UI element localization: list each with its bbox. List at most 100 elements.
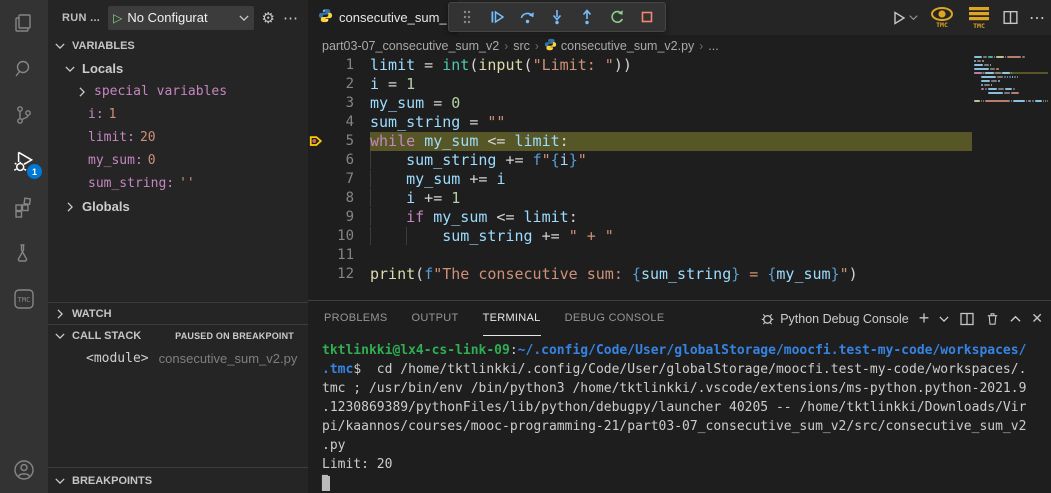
globals-label: Globals (82, 199, 130, 214)
minimap[interactable] (974, 56, 1048, 176)
split-editor-icon[interactable] (1002, 9, 1019, 26)
variables-section-header[interactable]: VARIABLES (48, 35, 308, 57)
gutter-7[interactable]: 7 (308, 170, 370, 189)
breadcrumb-item[interactable]: consecutive_sum_v2.py (544, 38, 694, 54)
tmc-submit-eye-icon[interactable]: TMC (928, 6, 956, 30)
debug-step-over-button[interactable] (515, 5, 539, 29)
maximize-panel-icon[interactable] (1010, 315, 1021, 323)
tmc-extension-icon[interactable]: TMC (0, 276, 48, 322)
code-line-7[interactable]: 7 my_sum += i (308, 170, 1051, 189)
code-line-8[interactable]: 8 i += 1 (308, 189, 1051, 208)
test-beaker-icon[interactable] (0, 230, 48, 276)
gutter-5[interactable]: 5 (308, 132, 370, 151)
gutter-6[interactable]: 6 (308, 151, 370, 170)
breadcrumb-item[interactable]: ... (708, 39, 718, 53)
tmc-menu-icon[interactable]: TMC (966, 6, 992, 30)
variable-row-i[interactable]: i:1 (48, 103, 308, 126)
tab-consecutive-sum[interactable]: consecutive_sum_ (308, 0, 458, 35)
breadcrumb-item[interactable]: src (513, 39, 530, 53)
debug-restart-button[interactable] (605, 5, 629, 29)
code-line-5[interactable]: 5while my_sum <= limit: (308, 132, 1051, 151)
code-line-3[interactable]: 3my_sum = 0 (308, 94, 1051, 113)
debug-continue-button[interactable] (485, 5, 509, 29)
tab-bar: consecutive_sum_ (308, 0, 1051, 35)
more-actions-icon[interactable]: ⋯ (283, 9, 298, 27)
special-variables-label: special variables (94, 84, 227, 99)
close-panel-icon[interactable]: ✕ (1031, 310, 1043, 327)
breadcrumb-item[interactable]: part03-07_consecutive_sum_v2 (322, 39, 499, 53)
chevron-right-icon (62, 202, 78, 212)
gutter-9[interactable]: 9 (308, 208, 370, 227)
frame-file: consecutive_sum_v2.py (159, 351, 298, 366)
run-and-debug-icon[interactable]: 1 (0, 138, 48, 184)
code-editor[interactable]: 1limit = int(input("Limit: "))2i = 13my_… (308, 56, 1051, 300)
stack-frame-row[interactable]: <module> consecutive_sum_v2.py (48, 347, 308, 369)
editor-group: consecutive_sum_ (308, 0, 1051, 493)
debug-step-into-button[interactable] (545, 5, 569, 29)
source-control-icon[interactable] (0, 92, 48, 138)
start-debug-icon[interactable]: ▷ (113, 11, 122, 25)
terminal-instance-selector[interactable]: Python Debug Console (760, 311, 909, 326)
gutter-11[interactable]: 11 (308, 246, 370, 265)
debug-config-label: No Configurat (127, 10, 233, 25)
gutter-12[interactable]: 12 (308, 265, 370, 284)
new-terminal-icon[interactable]: + (919, 308, 930, 329)
kill-terminal-icon[interactable] (985, 311, 1000, 327)
chevron-down-icon (239, 10, 249, 25)
explorer-icon[interactable] (0, 0, 48, 46)
editor-actions: TMC TMC ⋯ (891, 0, 1045, 35)
code-line-9[interactable]: 9 if my_sum <= limit: (308, 208, 1051, 227)
debug-config-dropdown[interactable]: ▷ No Configurat (108, 6, 253, 30)
globals-scope-row[interactable]: Globals (48, 195, 308, 218)
panel-tab-debug-console[interactable]: DEBUG CONSOLE (565, 301, 665, 336)
terminal-dropdown-icon[interactable] (939, 315, 949, 323)
more-actions-icon[interactable]: ⋯ (1029, 8, 1045, 28)
extensions-icon[interactable] (0, 184, 48, 230)
variable-row-limit[interactable]: limit:20 (48, 126, 308, 149)
breadcrumb-separator: › (535, 39, 539, 53)
code-line-12[interactable]: 12print(f"The consecutive sum: {sum_stri… (308, 265, 1051, 284)
locals-scope-row[interactable]: Locals (48, 57, 308, 80)
toolbar-grip-handle[interactable] (455, 5, 479, 29)
run-python-file-button[interactable] (891, 10, 918, 26)
gutter-4[interactable]: 4 (308, 113, 370, 132)
gutter-1[interactable]: 1 (308, 56, 370, 75)
breadcrumb-separator: › (504, 39, 508, 53)
gutter-10[interactable]: 10 (308, 227, 370, 246)
account-icon[interactable] (0, 447, 48, 493)
gutter-3[interactable]: 3 (308, 94, 370, 113)
watch-section-header[interactable]: WATCH (48, 302, 308, 324)
search-icon[interactable] (0, 46, 48, 92)
panel-tab-output[interactable]: OUTPUT (412, 301, 459, 336)
debug-step-out-button[interactable] (575, 5, 599, 29)
call-stack-section-header[interactable]: CALL STACK PAUSED ON BREAKPOINT (48, 325, 308, 347)
python-file-icon (318, 8, 333, 28)
terminal-output[interactable]: tktlinkki@lx4-cs-link-09:~/.config/Code/… (322, 341, 1043, 493)
terminal-line: Limit: 20 (322, 455, 1043, 474)
special-variables-row[interactable]: special variables (48, 80, 308, 103)
gear-icon[interactable]: ⚙ (262, 9, 275, 27)
call-stack-title: CALL STACK (72, 330, 141, 342)
terminal-line: tktlinkki@lx4-cs-link-09:~/.config/Code/… (322, 341, 1043, 360)
variable-row-my_sum[interactable]: my_sum:0 (48, 149, 308, 172)
panel-tab-terminal[interactable]: TERMINAL (483, 301, 541, 336)
code-line-10[interactable]: 10 sum_string += " + " (308, 227, 1051, 246)
split-terminal-icon[interactable] (959, 311, 975, 327)
code-line-2[interactable]: 2i = 1 (308, 75, 1051, 94)
gutter-8[interactable]: 8 (308, 189, 370, 208)
debug-stop-button[interactable] (635, 5, 659, 29)
code-line-6[interactable]: 6 sum_string += f"{i}" (308, 151, 1051, 170)
chevron-right-icon (52, 309, 68, 319)
code-lines: 1limit = int(input("Limit: "))2i = 13my_… (308, 56, 1051, 284)
chevron-right-icon (74, 87, 90, 97)
code-line-11[interactable]: 11 (308, 246, 1051, 265)
variable-row-sum_string[interactable]: sum_string:'' (48, 172, 308, 195)
code-line-1[interactable]: 1limit = int(input("Limit: ")) (308, 56, 1051, 75)
gutter-2[interactable]: 2 (308, 75, 370, 94)
chevron-down-icon (52, 42, 68, 50)
chevron-down-icon (52, 332, 68, 340)
code-line-4[interactable]: 4sum_string = "" (308, 113, 1051, 132)
panel-tab-problems[interactable]: PROBLEMS (324, 301, 388, 336)
breakpoints-section-header[interactable]: BREAKPOINTS (48, 467, 308, 493)
terminal-line: .py (322, 436, 1043, 455)
